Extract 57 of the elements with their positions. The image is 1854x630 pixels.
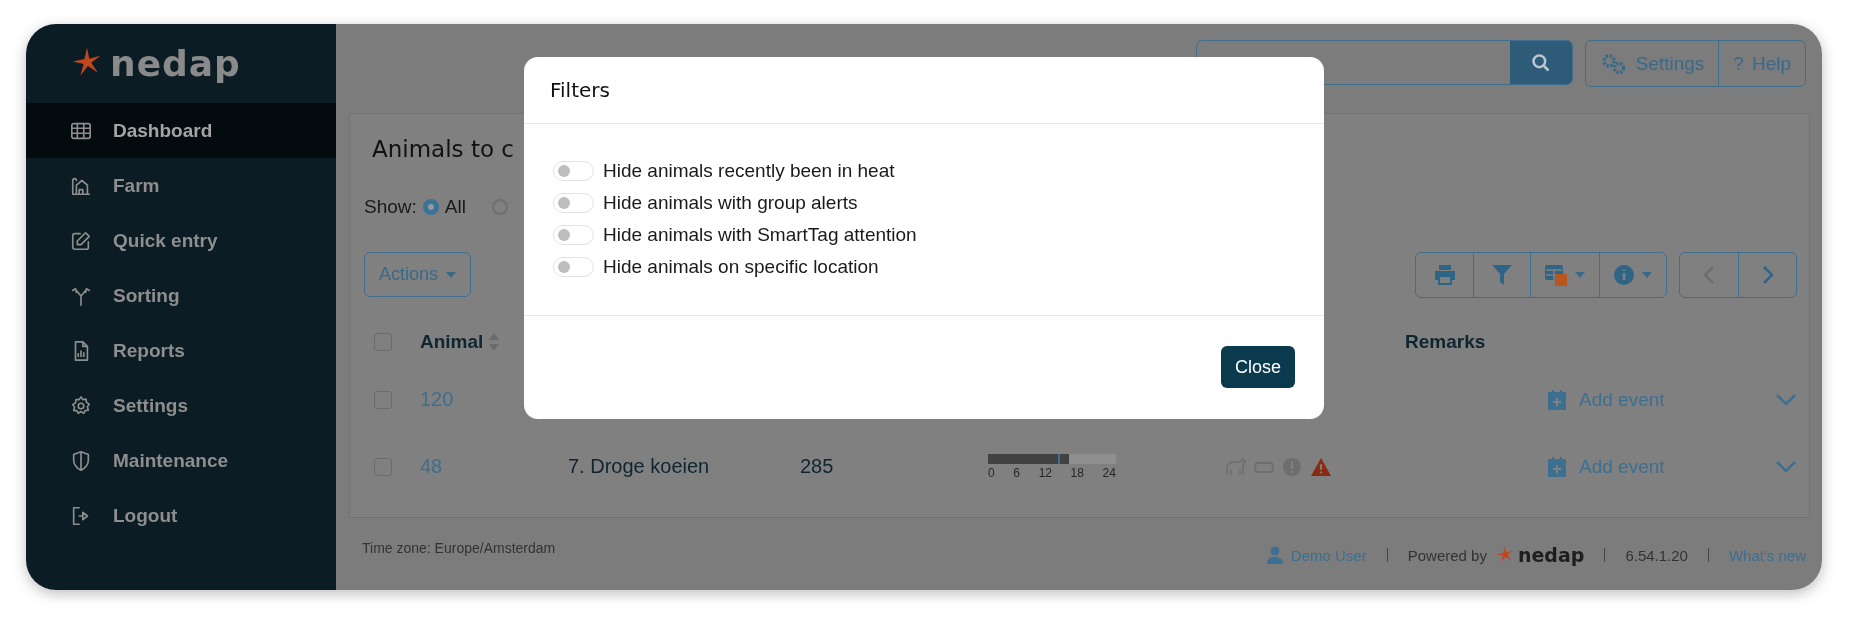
edit-icon	[70, 229, 92, 252]
toggle-switch[interactable]	[553, 193, 594, 213]
tick-label: 12	[1038, 465, 1052, 480]
chevron-down-icon[interactable]	[1775, 459, 1797, 474]
switch-label: Hide animals with SmartTag attention	[603, 224, 917, 246]
sidebar-item[interactable]: Dashboard	[26, 103, 336, 158]
sidebar-item[interactable]: Farm	[26, 158, 336, 213]
sidebar-item[interactable]: Sorting	[26, 268, 336, 323]
logo-text: nedap	[110, 42, 241, 84]
toggle-switch[interactable]	[553, 161, 594, 181]
tick-label: 18	[1070, 465, 1084, 480]
tick-label: 6	[1013, 465, 1020, 480]
radio-label: All	[444, 196, 466, 218]
sidebar-item[interactable]: Settings	[26, 378, 336, 433]
sidebar-item[interactable]: Logout	[26, 488, 336, 543]
logo-text: nedap	[1517, 544, 1585, 566]
switch-label: Hide animals on specific location	[603, 256, 879, 278]
gears-icon	[1599, 52, 1628, 75]
timezone-text: Time zone: Europe/Amsterdam	[362, 540, 556, 556]
warning-icon	[1309, 456, 1333, 477]
shield-icon	[70, 449, 92, 472]
printer-icon	[1433, 264, 1456, 285]
caret-icon	[1642, 271, 1652, 278]
switch-label: Hide animals recently been in heat	[603, 160, 895, 182]
show-label: Show:	[364, 196, 417, 218]
sidebar-item[interactable]: Maintenance	[26, 433, 336, 488]
version-text: 6.54.1.20	[1625, 546, 1688, 564]
chevron-right-icon	[1761, 264, 1774, 285]
info-icon	[1614, 264, 1634, 285]
caret-icon	[1575, 271, 1585, 278]
days-cell: 285	[800, 455, 834, 477]
radio-button[interactable]	[422, 199, 439, 215]
filter-icon	[1492, 264, 1512, 285]
close-button[interactable]: Close	[1220, 346, 1295, 388]
column-header[interactable]: Remarks	[1405, 331, 1486, 353]
sidebar-item[interactable]: Quick entry	[26, 213, 336, 268]
panel-title: Animals to c	[372, 136, 515, 164]
search-field[interactable]	[1195, 40, 1573, 85]
calendar-plus-icon	[1548, 456, 1566, 477]
toggle-switch[interactable]	[553, 225, 594, 245]
switch-label: Hide animals with group alerts	[603, 192, 858, 214]
search-button[interactable]	[1509, 41, 1572, 84]
dialog-title: Filters	[550, 78, 610, 102]
chevron-down-icon[interactable]	[1775, 392, 1797, 407]
search-icon	[1530, 52, 1551, 73]
column-header[interactable]: Animal	[420, 331, 484, 353]
table-icon	[1545, 263, 1567, 286]
calendar-plus-icon	[1548, 389, 1566, 410]
user-icon	[1266, 546, 1283, 564]
gear-icon	[70, 394, 92, 417]
toggle-switch[interactable]	[553, 257, 594, 277]
tick-label: 24	[1102, 465, 1116, 480]
tick-label: 0	[988, 465, 995, 480]
sidebar-item[interactable]: Reports	[26, 323, 336, 378]
powered-by-text: Powered by	[1407, 546, 1487, 564]
group-cell: 7. Droge koeien	[568, 455, 710, 477]
caret-icon	[446, 271, 457, 278]
